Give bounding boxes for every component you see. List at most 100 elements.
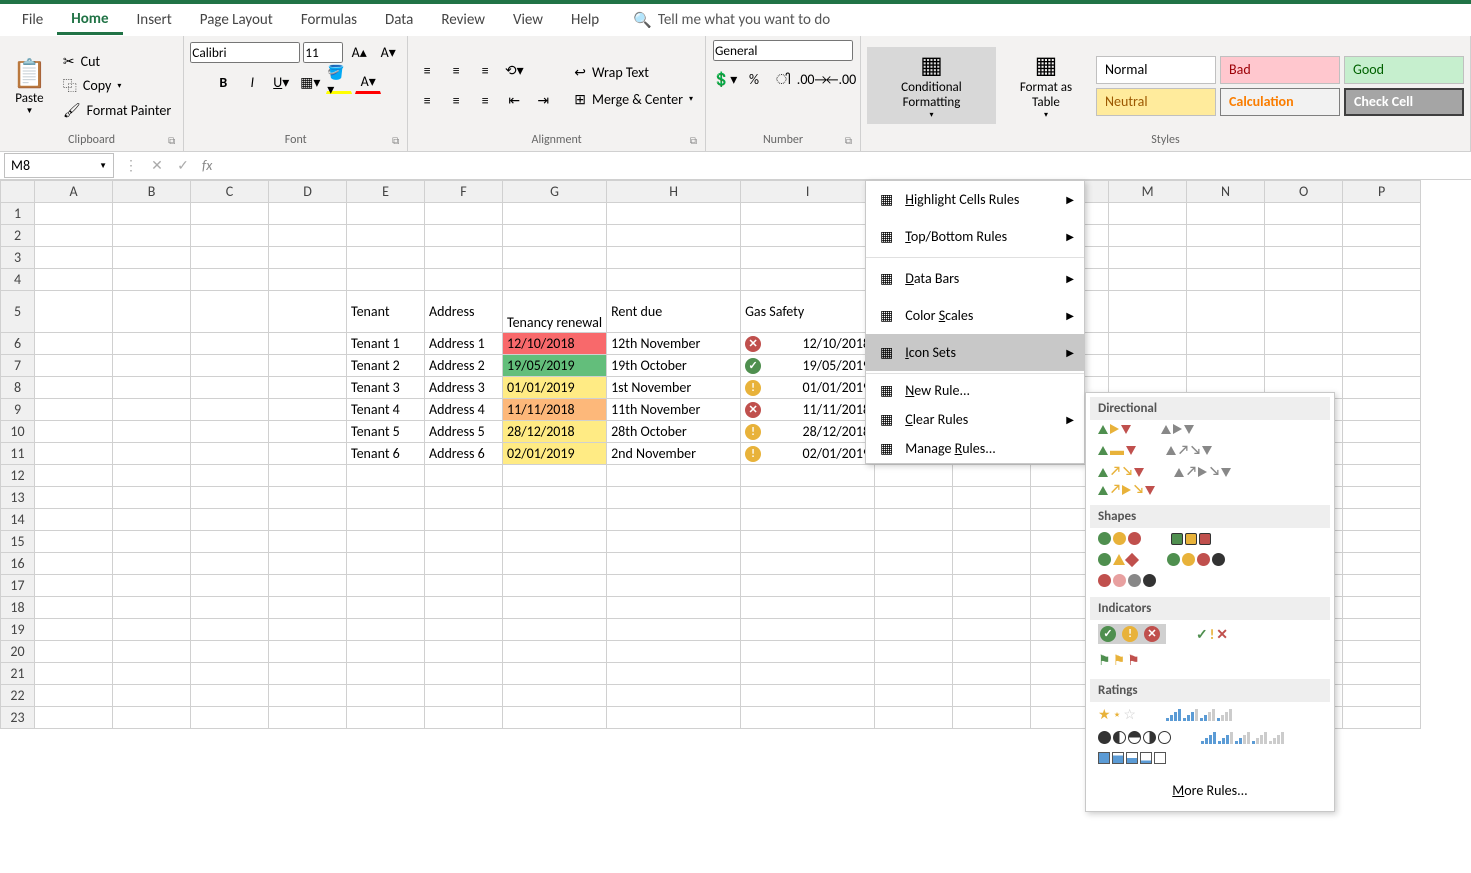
tab-page-layout[interactable]: Page Layout (186, 7, 287, 33)
cell-I7[interactable]: ✓19/05/2019 (741, 355, 875, 377)
cell-I18[interactable] (741, 597, 875, 619)
align-right-button[interactable]: ≡ (472, 89, 498, 113)
cell-F20[interactable] (425, 641, 503, 663)
cell-K14[interactable] (953, 509, 1031, 531)
cell-C19[interactable] (191, 619, 269, 641)
cell-P2[interactable] (1343, 225, 1421, 247)
cell-K23[interactable] (953, 707, 1031, 729)
cell-G20[interactable] (503, 641, 607, 663)
cell-I20[interactable] (741, 641, 875, 663)
iconset-3-symbols-circled[interactable]: ✓!✕ (1098, 624, 1166, 644)
cell-E8[interactable]: Tenant 3 (347, 377, 425, 399)
cell-G22[interactable] (503, 685, 607, 707)
cell-E2[interactable] (347, 225, 425, 247)
cell-J23[interactable] (875, 707, 953, 729)
cell-N6[interactable] (1187, 333, 1265, 355)
chevron-down-icon[interactable]: ▼ (99, 161, 107, 171)
cell-P7[interactable] (1343, 355, 1421, 377)
font-color-button[interactable]: A▾ (355, 70, 381, 94)
cell-B3[interactable] (113, 247, 191, 269)
percent-button[interactable]: % (741, 67, 767, 91)
cell-B7[interactable] (113, 355, 191, 377)
cell-G11[interactable]: 02/01/2019 (503, 443, 607, 465)
cell-E11[interactable]: Tenant 6 (347, 443, 425, 465)
cell-D19[interactable] (269, 619, 347, 641)
cell-D6[interactable] (269, 333, 347, 355)
cell-B5[interactable] (113, 291, 191, 333)
cell-G16[interactable] (503, 553, 607, 575)
cell-B20[interactable] (113, 641, 191, 663)
cell-C15[interactable] (191, 531, 269, 553)
tab-review[interactable]: Review (427, 7, 499, 33)
cell-P3[interactable] (1343, 247, 1421, 269)
cell-G12[interactable] (503, 465, 607, 487)
cell-P18[interactable] (1343, 597, 1421, 619)
cell-F11[interactable]: Address 6 (425, 443, 503, 465)
cell-H4[interactable] (607, 269, 741, 291)
cell-D3[interactable] (269, 247, 347, 269)
cell-F13[interactable] (425, 487, 503, 509)
cell-F7[interactable]: Address 2 (425, 355, 503, 377)
cell-A14[interactable] (35, 509, 113, 531)
row-header-22[interactable]: 22 (1, 685, 35, 707)
cell-B8[interactable] (113, 377, 191, 399)
cell-F1[interactable] (425, 203, 503, 225)
cell-H23[interactable] (607, 707, 741, 729)
cell-B23[interactable] (113, 707, 191, 729)
iconset-4-ratings-bars[interactable] (1166, 706, 1232, 723)
cell-A2[interactable] (35, 225, 113, 247)
align-left-button[interactable]: ≡ (414, 89, 440, 113)
borders-button[interactable]: ▦▾ (297, 70, 323, 94)
column-header-O[interactable]: O (1265, 181, 1343, 203)
cell-P21[interactable] (1343, 663, 1421, 685)
cell-F21[interactable] (425, 663, 503, 685)
cell-G19[interactable] (503, 619, 607, 641)
cell-B13[interactable] (113, 487, 191, 509)
cell-A23[interactable] (35, 707, 113, 729)
cell-H12[interactable] (607, 465, 741, 487)
menu-manage-rules[interactable]: ▦Manage Rules... (866, 434, 1084, 463)
cell-H7[interactable]: 19th October (607, 355, 741, 377)
cell-B14[interactable] (113, 509, 191, 531)
cell-I8[interactable]: !01/01/2019 (741, 377, 875, 399)
cell-A5[interactable] (35, 291, 113, 333)
row-header-1[interactable]: 1 (1, 203, 35, 225)
cell-C10[interactable] (191, 421, 269, 443)
font-name-select[interactable] (190, 42, 300, 63)
cell-A11[interactable] (35, 443, 113, 465)
menu-clear-rules[interactable]: ▦Clear Rules▶ (866, 405, 1084, 434)
cell-D2[interactable] (269, 225, 347, 247)
cell-B19[interactable] (113, 619, 191, 641)
cell-B12[interactable] (113, 465, 191, 487)
cell-P23[interactable] (1343, 707, 1421, 729)
cell-A6[interactable] (35, 333, 113, 355)
cell-K19[interactable] (953, 619, 1031, 641)
column-header-P[interactable]: P (1343, 181, 1421, 203)
cell-P1[interactable] (1343, 203, 1421, 225)
cell-N2[interactable] (1187, 225, 1265, 247)
cell-P20[interactable] (1343, 641, 1421, 663)
cell-J20[interactable] (875, 641, 953, 663)
row-header-16[interactable]: 16 (1, 553, 35, 575)
row-header-2[interactable]: 2 (1, 225, 35, 247)
dialog-launcher-icon[interactable]: ⧉ (845, 134, 852, 147)
iconset-5-ratings-bars[interactable] (1201, 731, 1284, 744)
cell-G21[interactable] (503, 663, 607, 685)
name-box[interactable]: M8▼ (4, 153, 114, 178)
cell-P11[interactable] (1343, 443, 1421, 465)
increase-decimal-button[interactable]: .00→ (799, 67, 825, 91)
cell-A8[interactable] (35, 377, 113, 399)
row-header-23[interactable]: 23 (1, 707, 35, 729)
increase-indent-button[interactable]: ⇥ (530, 89, 556, 113)
style-check-cell[interactable]: Check Cell (1344, 88, 1464, 116)
cell-D9[interactable] (269, 399, 347, 421)
cell-K16[interactable] (953, 553, 1031, 575)
cell-C6[interactable] (191, 333, 269, 355)
cell-G18[interactable] (503, 597, 607, 619)
fx-button[interactable]: fx (196, 157, 218, 174)
cell-D5[interactable] (269, 291, 347, 333)
cell-G4[interactable] (503, 269, 607, 291)
cell-H6[interactable]: 12th November (607, 333, 741, 355)
row-header-8[interactable]: 8 (1, 377, 35, 399)
cell-E20[interactable] (347, 641, 425, 663)
